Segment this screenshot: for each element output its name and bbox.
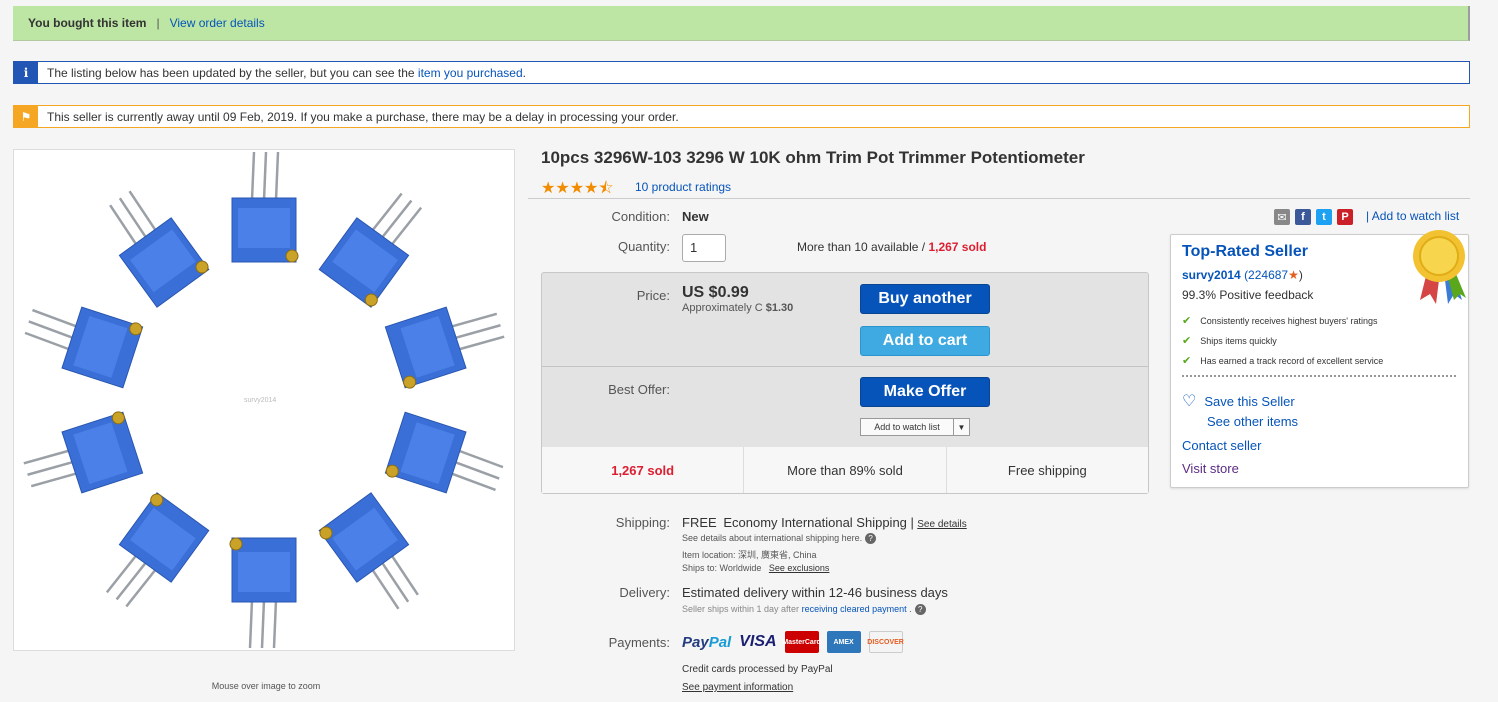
amex-logo: AMEX: [826, 631, 861, 653]
trimmer-potentiometer: [318, 192, 423, 308]
info-icon: i: [14, 62, 38, 83]
positive-feedback: 99.3% Positive feedback: [1182, 288, 1314, 302]
trimmer-potentiometer: [229, 537, 297, 649]
info-message: i The listing below has been updated by …: [13, 61, 1470, 84]
view-order-details-link[interactable]: View order details: [170, 16, 265, 30]
share-icons: ✉ f t P: [1274, 209, 1353, 225]
pinterest-icon[interactable]: P: [1337, 209, 1353, 225]
flag-icon: ⚑: [14, 106, 38, 127]
seller-point: ✔ Has earned a track record of excellent …: [1182, 355, 1384, 367]
make-offer-button[interactable]: Make Offer: [860, 377, 990, 407]
zoom-hint: Mouse over image to zoom: [211, 681, 321, 691]
add-to-watch-list-link[interactable]: | Add to watch list: [1366, 209, 1459, 223]
seller-point: ✔ Ships items quickly: [1182, 335, 1277, 347]
twitter-icon[interactable]: t: [1316, 209, 1332, 225]
trimmer-potentiometer: [105, 492, 210, 608]
see-details-link[interactable]: See details: [917, 519, 966, 530]
away-message: ⚑ This seller is currently away until 09…: [13, 105, 1470, 128]
ships-to: Ships to: Worldwide See exclusions: [682, 563, 830, 573]
save-seller-link[interactable]: ♡ Save this Seller: [1182, 391, 1295, 411]
product-image[interactable]: survy2014: [13, 149, 515, 651]
trimmer-potentiometer: [109, 190, 210, 308]
best-offer-label: Best Offer:: [608, 382, 670, 397]
checkmark-icon: ✔: [1182, 335, 1192, 347]
image-watermark: survy2014: [244, 397, 276, 404]
price-label: Price:: [636, 288, 670, 303]
star-icon: ★: [1288, 268, 1299, 282]
condition-value: New: [682, 209, 709, 224]
availability: More than 10 available / 1,267 sold: [797, 240, 987, 254]
divider: [528, 198, 1470, 199]
trimmer-potentiometer: [231, 151, 299, 263]
facebook-icon[interactable]: f: [1295, 209, 1311, 225]
product-ratings-link[interactable]: 10 product ratings: [635, 180, 731, 194]
help-icon[interactable]: ?: [914, 604, 926, 616]
heart-icon: ♡: [1182, 393, 1197, 410]
price-value: US $0.99: [682, 284, 749, 301]
stat-sold: 1,267 sold: [542, 447, 745, 493]
bought-text: You bought this item: [28, 16, 147, 30]
trimmer-potentiometer: [384, 306, 505, 389]
top-rated-badge-icon: [1410, 228, 1468, 311]
quantity-label: Quantity:: [617, 239, 670, 254]
trimmer-potentiometer: [318, 492, 419, 610]
approx-price: Approximately C $1.30: [682, 302, 794, 314]
condition-label: Condition:: [611, 209, 670, 224]
info-text: The listing below has been updated by th…: [47, 65, 526, 80]
chevron-down-icon[interactable]: ▼: [953, 419, 969, 435]
email-icon[interactable]: ✉: [1274, 209, 1290, 225]
see-other-items-link[interactable]: See other items: [1207, 414, 1298, 429]
seller-point: ✔ Consistently receives highest buyers' r…: [1182, 315, 1378, 327]
payment-info-link[interactable]: See payment information: [682, 682, 793, 693]
trimmer-potentiometer: [23, 411, 144, 494]
buy-another-button[interactable]: Buy another: [860, 284, 990, 314]
trimmer-potentiometer: [384, 411, 504, 494]
add-to-cart-button[interactable]: Add to cart: [860, 326, 990, 356]
watch-list-dropdown[interactable]: Add to watch list ▼: [860, 418, 970, 436]
seller-divider: [1182, 375, 1456, 377]
payment-logos: PayPal VISA MasterCard AMEX DISCOVER: [682, 631, 904, 653]
top-rated-seller-title: Top-Rated Seller: [1182, 243, 1308, 260]
see-exclusions-link[interactable]: See exclusions: [769, 563, 830, 573]
mastercard-logo: MasterCard: [782, 631, 821, 653]
checkmark-icon: ✔: [1182, 315, 1192, 327]
discover-logo: DISCOVER: [867, 631, 904, 653]
item-location: Item location: 深圳, 廣東省, China: [682, 550, 817, 560]
visa-logo: VISA: [739, 633, 777, 650]
paypal-logo: PayPal: [682, 633, 732, 651]
watch-list-dropdown-label[interactable]: Add to watch list: [861, 422, 953, 432]
feedback-score-link[interactable]: (224687: [1244, 268, 1288, 282]
stats-bar: 1,267 sold More than 89% sold Free shipp…: [542, 447, 1148, 493]
item-purchased-link[interactable]: item you purchased: [418, 66, 523, 80]
product-title: 10pcs 3296W-103 3296 W 10K ohm Trim Pot …: [541, 148, 1085, 167]
away-text: This seller is currently away until 09 F…: [47, 109, 679, 124]
purchase-banner: You bought this item | View order detail…: [13, 6, 1470, 41]
trimmer-potentiometer: [24, 306, 144, 389]
delivery-note: Seller ships within 1 day after receivin…: [682, 604, 926, 616]
shipping-value: FREE Economy International Shipping | Se…: [682, 515, 967, 530]
visit-store-link[interactable]: Visit store: [1182, 461, 1239, 476]
intl-shipping-note: See details about international shipping…: [682, 533, 877, 545]
cleared-payment-link[interactable]: receiving cleared payment: [802, 604, 907, 614]
seller-name: survy2014 (224687★): [1182, 268, 1303, 282]
cards-processed: Credit cards processed by PayPal: [682, 664, 833, 675]
quantity-input[interactable]: 1: [682, 234, 726, 262]
stat-free-shipping: Free shipping: [1007, 462, 1087, 478]
contact-seller-link[interactable]: Contact seller: [1182, 438, 1261, 453]
seller-name-link[interactable]: survy2014: [1182, 268, 1241, 282]
delivery-label: Delivery:: [619, 585, 670, 600]
rating-stars[interactable]: ★★★★⯪: [541, 177, 614, 204]
stat-percent-sold: More than 89% sold: [744, 447, 947, 493]
price-box-divider: [542, 366, 1148, 367]
checkmark-icon: ✔: [1182, 355, 1192, 367]
help-icon[interactable]: ?: [865, 533, 877, 545]
payments-label: Payments:: [608, 635, 670, 650]
banner-separator: |: [156, 16, 160, 30]
shipping-label: Shipping:: [615, 515, 670, 530]
delivery-estimate: Estimated delivery within 12-46 business…: [682, 585, 948, 600]
